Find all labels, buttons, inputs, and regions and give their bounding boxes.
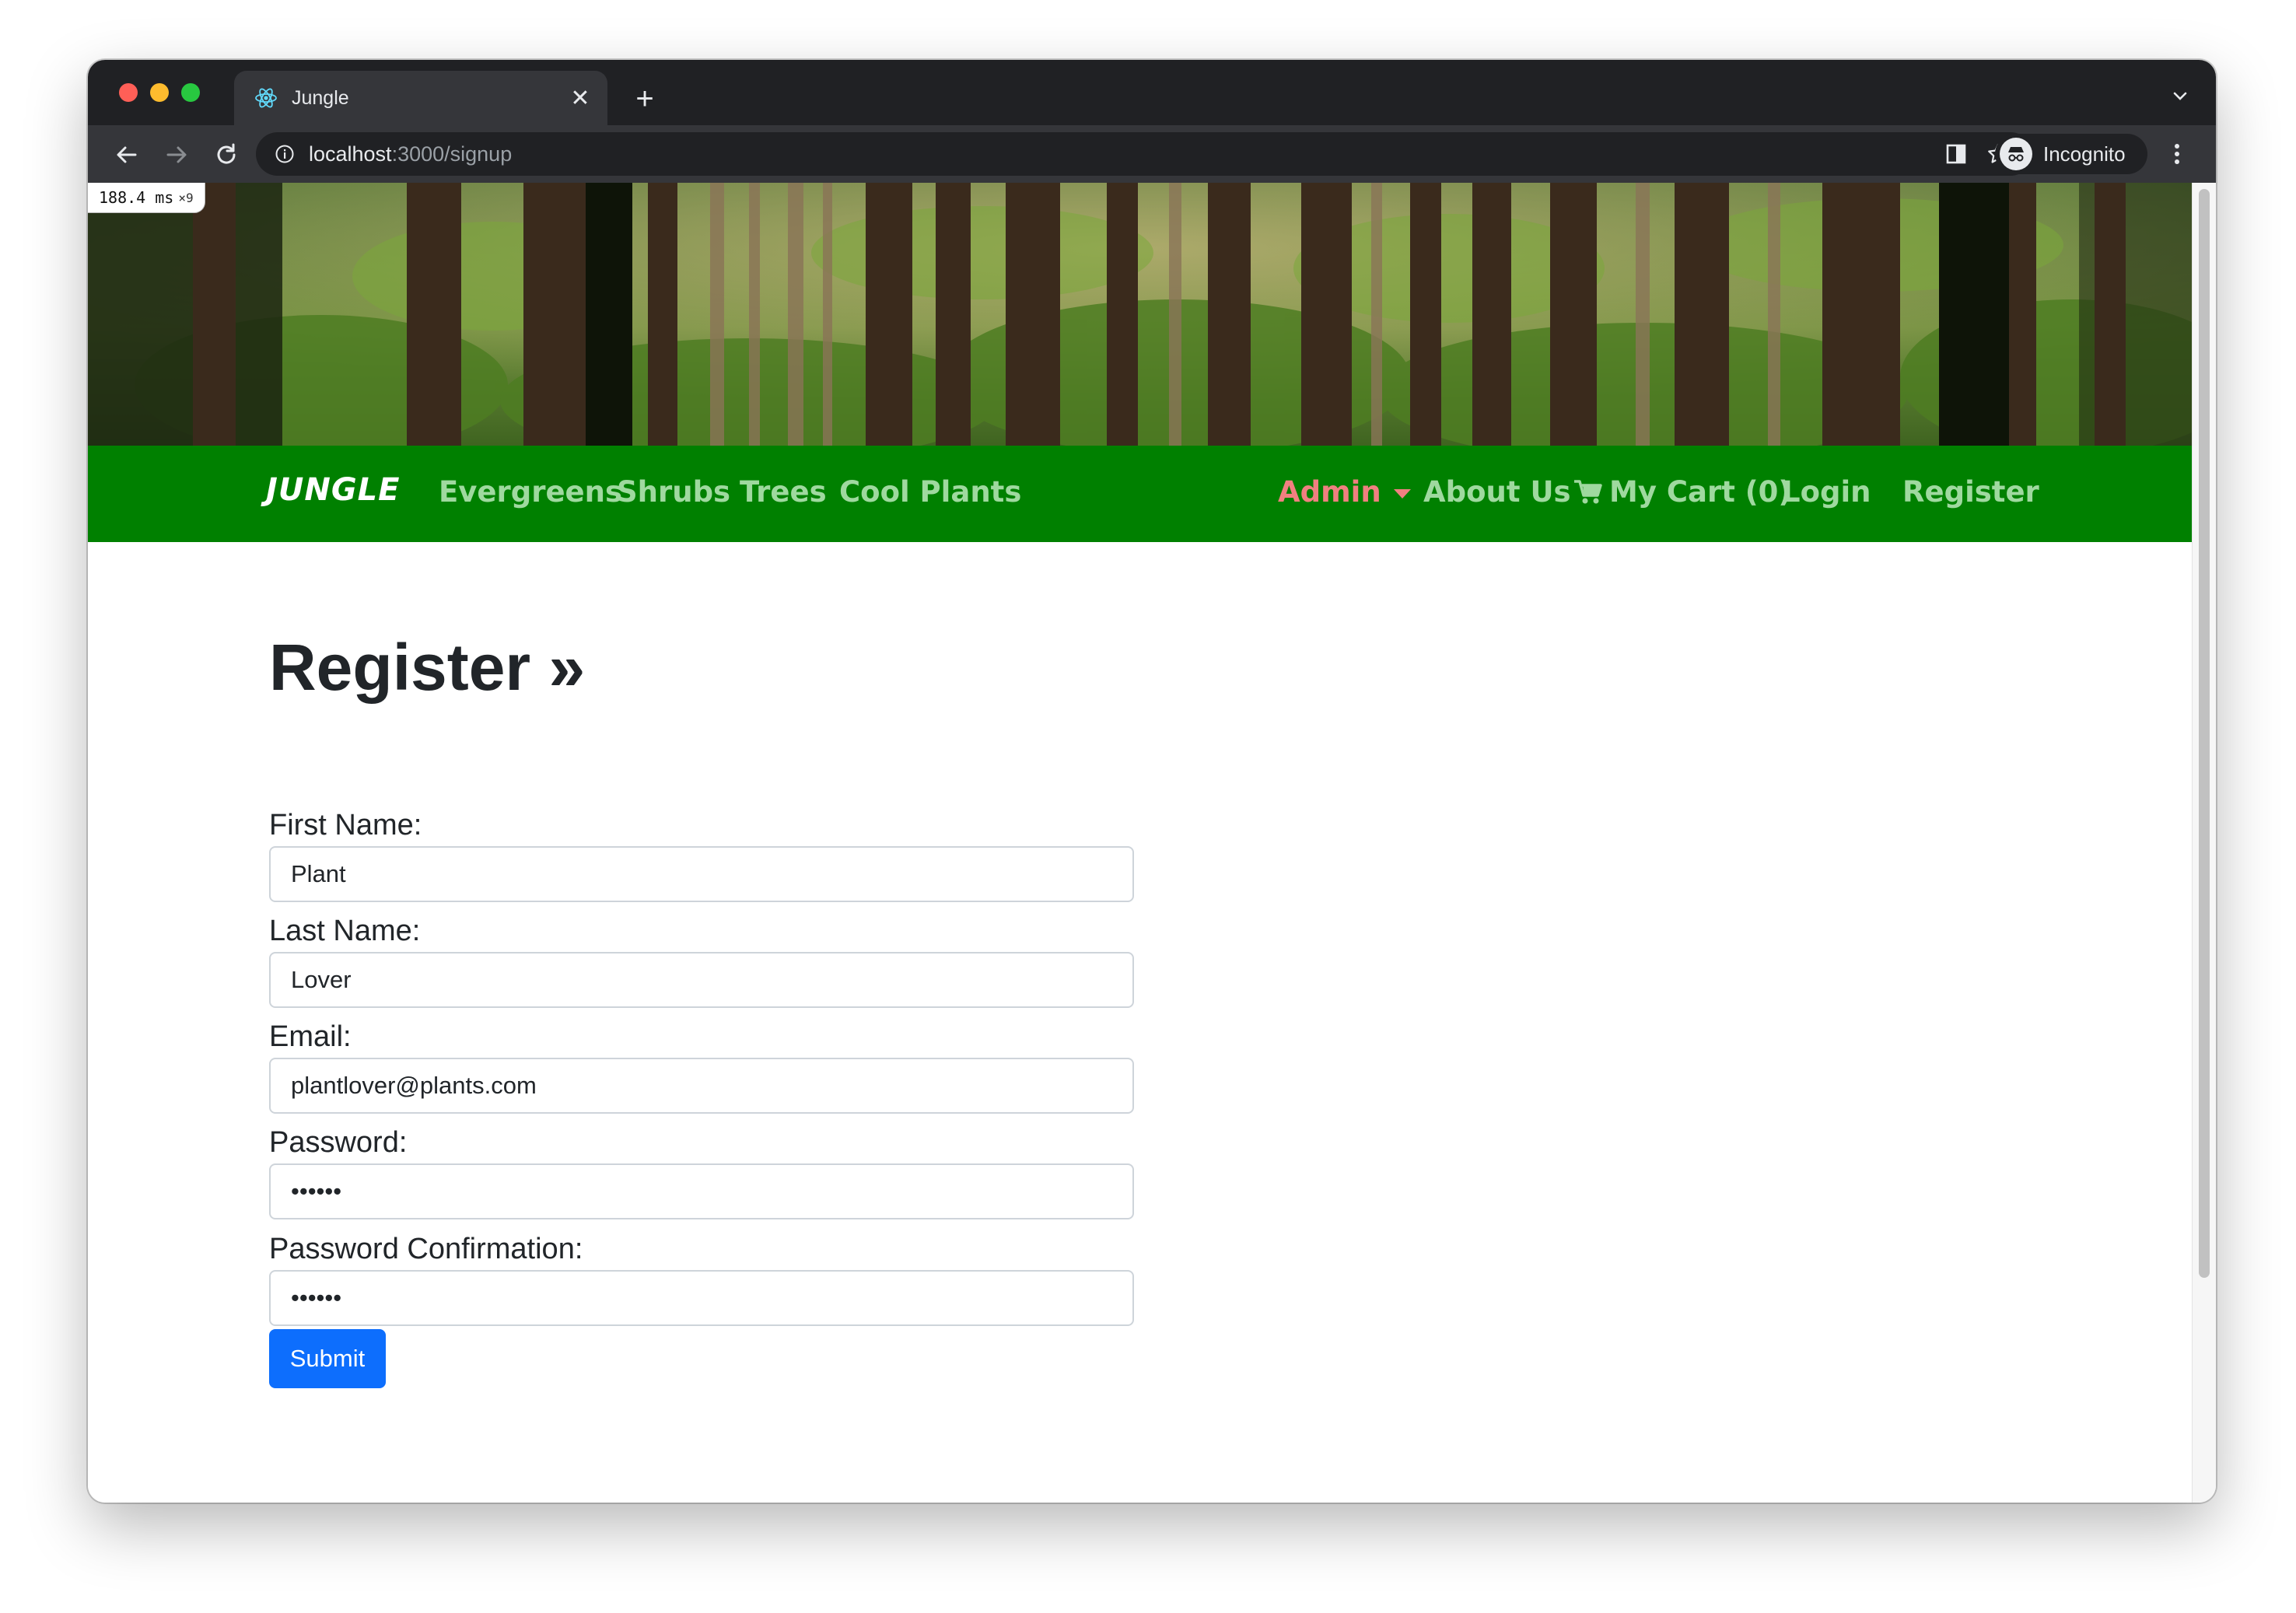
nav-admin-label: Admin [1278, 475, 1381, 509]
nav-about-us[interactable]: About Us [1423, 475, 1571, 509]
incognito-icon [2000, 138, 2032, 170]
back-arrow-icon[interactable] [108, 136, 145, 173]
nav-login[interactable]: Login [1782, 475, 1871, 509]
page-scrollbar[interactable] [2192, 183, 2216, 1503]
page-title: Register » [269, 631, 586, 704]
incognito-label: Incognito [2043, 142, 2126, 166]
forest-hero-image: 188.4 ms ×9 [88, 183, 2193, 446]
site-navbar: JUNGLE Evergreens Shrubs Trees Cool Plan… [88, 446, 2193, 542]
tab-strip: Jungle ✕ + [88, 60, 2216, 125]
forward-arrow-icon[interactable] [158, 136, 195, 173]
first-name-label: First Name: [269, 809, 422, 841]
last-name-label: Last Name: [269, 915, 421, 947]
password-confirmation-label: Password Confirmation: [269, 1233, 583, 1265]
perf-time: 188.4 ms [99, 188, 174, 207]
email-input[interactable] [269, 1058, 1134, 1114]
reload-icon[interactable] [208, 136, 245, 173]
react-icon [253, 85, 279, 111]
submit-button[interactable]: Submit [269, 1329, 386, 1388]
shopping-cart-icon [1574, 479, 1602, 503]
page-viewport: 188.4 ms ×9 JUNGLE Evergreens Shrubs Tre… [88, 183, 2216, 1503]
email-label: Email: [269, 1020, 352, 1053]
nav-trees[interactable]: Trees [740, 475, 827, 509]
new-tab-button[interactable]: + [623, 77, 667, 121]
close-tab-icon[interactable]: ✕ [562, 80, 598, 116]
site-info-icon[interactable] [273, 142, 296, 166]
browser-chrome: Jungle ✕ + localhost:3000/signup Incogni… [88, 60, 2216, 183]
tab-title: Jungle [292, 86, 349, 109]
nav-cool-plants[interactable]: Cool Plants [839, 475, 1021, 509]
caret-down-icon [1393, 488, 1411, 499]
browser-window: Jungle ✕ + localhost:3000/signup Incogni… [88, 60, 2216, 1503]
scrollbar-thumb[interactable] [2199, 189, 2210, 1278]
tab-jungle[interactable]: Jungle ✕ [234, 71, 607, 125]
side-panel-icon[interactable] [1939, 137, 1973, 171]
maximize-window-button[interactable] [181, 83, 200, 102]
incognito-profile-button[interactable]: Incognito [1995, 134, 2147, 174]
nav-admin-dropdown[interactable]: Admin [1278, 475, 1411, 509]
address-bar[interactable]: localhost:3000/signup [256, 132, 2032, 176]
password-input[interactable] [269, 1163, 1134, 1219]
performance-overlay: 188.4 ms ×9 [88, 183, 205, 213]
url-text: localhost:3000/signup [309, 142, 513, 166]
password-label: Password: [269, 1126, 408, 1159]
close-window-button[interactable] [119, 83, 138, 102]
nav-my-cart[interactable]: My Cart (0) [1573, 475, 1791, 509]
minimize-window-button[interactable] [150, 83, 169, 102]
password-confirmation-input[interactable] [269, 1270, 1134, 1326]
brand-logo[interactable]: JUNGLE [266, 472, 400, 508]
nav-evergreens[interactable]: Evergreens [439, 475, 622, 509]
first-name-input[interactable] [269, 846, 1134, 902]
nav-register[interactable]: Register [1902, 475, 2039, 509]
nav-shrubs[interactable]: Shrubs [617, 475, 730, 509]
perf-multiplier: ×9 [178, 190, 194, 205]
browser-menu-icon[interactable] [2161, 135, 2193, 173]
browser-toolbar: localhost:3000/signup Incognito [88, 125, 2216, 183]
tab-search-chevron-icon[interactable] [2165, 80, 2196, 111]
last-name-input[interactable] [269, 952, 1134, 1008]
nav-my-cart-label: My Cart (0) [1609, 475, 1792, 509]
